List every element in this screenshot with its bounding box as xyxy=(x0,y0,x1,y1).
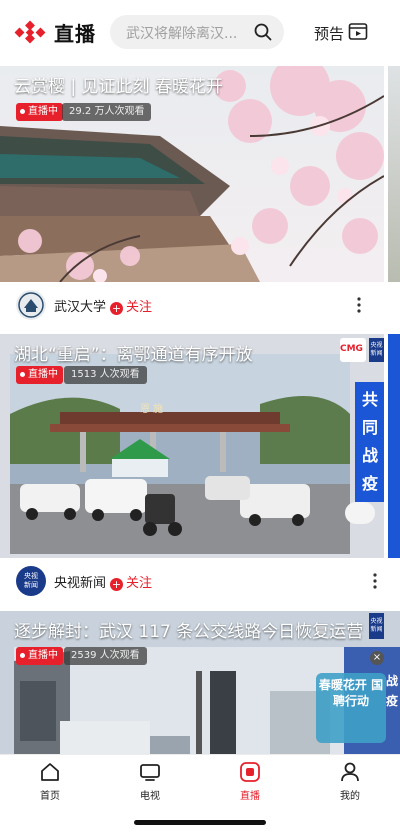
live-card-bus-routes[interactable]: 央视 新闻 × 春暖花开 国聘行动 战疫 逐步解封：武汉 117 条公交线路今日恢… xyxy=(0,611,400,754)
search-bar[interactable]: 武汉将解除离汉... xyxy=(110,15,284,49)
tab-live[interactable]: 直播 xyxy=(220,761,280,807)
follow-label: 关注 xyxy=(126,300,153,315)
cmg-logo: CMG xyxy=(340,344,363,354)
next-card-peek[interactable] xyxy=(388,334,400,558)
tab-profile[interactable]: 我的 xyxy=(320,761,380,807)
more-options-icon[interactable] xyxy=(356,296,362,314)
side-banner-text: 共同战疫 xyxy=(361,390,378,493)
live-status-badge: 直播中 xyxy=(16,103,63,121)
tab-label: 电视 xyxy=(140,791,160,802)
live-icon xyxy=(240,762,260,782)
whu-emblem-icon xyxy=(16,290,46,320)
app-logo-icon xyxy=(14,20,46,44)
tab-home[interactable]: 首页 xyxy=(20,761,80,807)
viewer-count: 29.2 万人次观看 xyxy=(62,103,152,121)
channel-name[interactable]: 央视新闻 xyxy=(54,572,106,591)
channel-row: 央视 新闻 央视新闻 + 关注 xyxy=(0,558,400,604)
preview-button-label[interactable]: 预告 xyxy=(314,23,344,44)
follow-button[interactable]: + 关注 xyxy=(110,572,152,591)
search-icon[interactable] xyxy=(254,23,272,41)
search-placeholder: 武汉将解除离汉... xyxy=(126,26,238,42)
channel-avatar[interactable] xyxy=(16,290,46,320)
card-title: 云赏樱 | 见证此刻 春暖花开 xyxy=(14,77,223,97)
viewer-count: 1513 人次观看 xyxy=(64,366,147,384)
live-status-badge: 直播中 xyxy=(16,647,63,665)
next-card-peek[interactable] xyxy=(388,66,400,282)
cctv-news-avatar-icon: 央视 新闻 xyxy=(24,572,38,589)
channel-avatar[interactable]: 央视 新闻 xyxy=(16,566,46,596)
profile-icon xyxy=(341,762,359,782)
home-icon xyxy=(41,763,59,781)
tab-label: 直播 xyxy=(240,791,260,802)
live-card-toll-station[interactable]: 恩 施 CMG 央视 新闻 共同战疫 湖北“重启”：离鄂通道有序开放 直播中 15… xyxy=(0,334,384,558)
side-banner-text: 战疫 xyxy=(386,674,399,708)
card-title: 湖北“重启”：离鄂通道有序开放 xyxy=(14,345,253,365)
channel-row: 武汉大学 + 关注 xyxy=(0,282,400,328)
follow-label: 关注 xyxy=(126,576,153,591)
cctv-news-badge: 央视 新闻 xyxy=(369,613,384,639)
follow-button[interactable]: + 关注 xyxy=(110,296,152,315)
channel-name[interactable]: 武汉大学 xyxy=(54,296,106,315)
more-options-icon[interactable] xyxy=(372,572,378,590)
preview-calendar-icon[interactable] xyxy=(348,21,368,41)
viewer-count: 2539 人次观看 xyxy=(64,647,147,665)
live-status-badge: 直播中 xyxy=(16,366,63,384)
home-indicator xyxy=(134,820,266,825)
tab-label: 首页 xyxy=(40,791,60,802)
card-title: 逐步解封：武汉 117 条公交线路今日恢复运营 xyxy=(14,622,364,642)
tv-icon xyxy=(140,764,160,781)
plus-icon: + xyxy=(110,302,123,315)
tab-tv[interactable]: 电视 xyxy=(120,761,180,807)
tab-label: 我的 xyxy=(340,791,360,802)
live-card-cherry-blossom[interactable]: 云赏樱 | 见证此刻 春暖花开 直播中 29.2 万人次观看 xyxy=(0,66,384,282)
page-title: 直播 xyxy=(54,22,96,46)
cherry-blossom-image xyxy=(0,66,384,282)
top-header: 直播 武汉将解除离汉... 预告 xyxy=(0,0,400,66)
toll-sign: 恩 施 xyxy=(140,404,164,415)
close-icon[interactable]: × xyxy=(370,651,384,665)
promo-overlay[interactable]: 春暖花开 国聘行动 xyxy=(318,677,384,709)
plus-icon: + xyxy=(110,578,123,591)
cctv-news-badge: 央视 新闻 xyxy=(369,338,384,362)
